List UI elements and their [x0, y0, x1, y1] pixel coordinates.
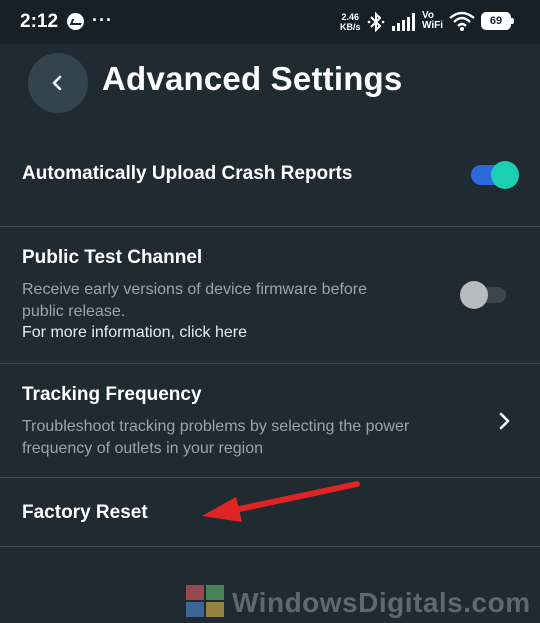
public-test-desc-line1: Receive early versions of device firmwar… [22, 281, 368, 298]
public-test-desc-line2: public release. [22, 303, 126, 320]
divider [0, 546, 540, 547]
network-speed-unit: KB/s [340, 22, 361, 32]
messenger-icon [67, 13, 84, 30]
divider [0, 226, 540, 227]
back-button[interactable] [28, 53, 88, 113]
toggle-knob [491, 161, 519, 189]
factory-reset-button[interactable]: Factory Reset [22, 502, 148, 524]
watermark-text: WindowsDigitals.com [232, 587, 531, 618]
bluetooth-icon [367, 11, 385, 33]
status-bar: 2:12 ··· 2.46 KB/s Vo WiFi 69 [0, 0, 540, 44]
more-notifications-dots: ··· [92, 10, 113, 30]
wifi-icon [449, 11, 475, 31]
network-speed-value: 2.46 [341, 12, 360, 22]
page-title: Advanced Settings [102, 60, 403, 97]
public-test-channel-description: Receive early versions of device firmwar… [22, 279, 472, 323]
annotation-arrow-icon [202, 481, 360, 522]
chevron-left-icon [52, 75, 62, 91]
public-test-channel-label: Public Test Channel [22, 247, 203, 268]
tracking-frequency-description: Troubleshoot tracking problems by select… [22, 416, 472, 460]
crash-reports-toggle[interactable] [471, 161, 519, 189]
signal-icon [392, 13, 415, 31]
battery-icon: 69 [481, 12, 514, 30]
tracking-frequency-label[interactable]: Tracking Frequency [22, 384, 202, 406]
divider [0, 363, 540, 364]
toggle-knob [460, 281, 488, 309]
public-test-channel-toggle[interactable] [460, 281, 508, 309]
status-time: 2:12 [20, 11, 59, 32]
more-info-link[interactable]: For more information, click here [22, 324, 247, 342]
vowifi-wifi: WiFi [422, 20, 444, 31]
vowifi-indicator: Vo WiFi [422, 11, 443, 31]
windows-logo-icon [186, 585, 224, 617]
chevron-right-icon[interactable] [497, 411, 513, 431]
tracking-desc-line1: Troubleshoot tracking problems by select… [22, 418, 410, 435]
tracking-desc-line2: frequency of outlets in your region [22, 440, 264, 457]
network-speed: 2.46 KB/s [340, 12, 361, 32]
crash-reports-label: Automatically Upload Crash Reports [22, 163, 353, 184]
